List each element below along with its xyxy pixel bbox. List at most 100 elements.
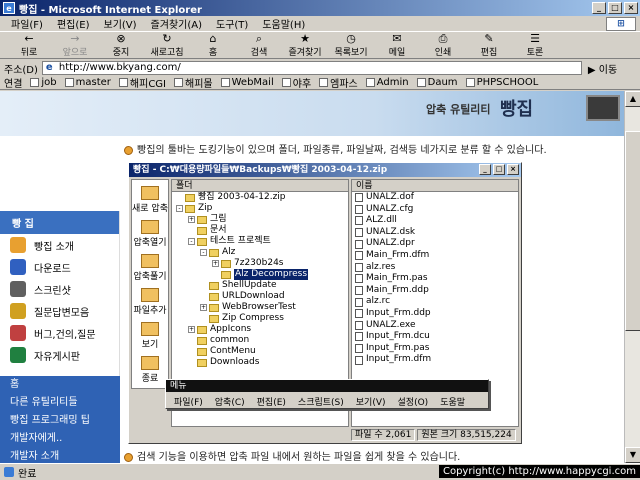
link-item[interactable]: job: [30, 77, 57, 88]
scroll-thumb[interactable]: [625, 131, 640, 331]
collapse-icon[interactable]: -: [200, 249, 207, 256]
toolbar-button-6[interactable]: ★ 즐겨찾기: [282, 33, 328, 59]
menu-tools[interactable]: 도구(T): [209, 16, 255, 31]
left-nav-item[interactable]: 빵집 소개: [0, 234, 119, 256]
toolbar-button-4[interactable]: ⌂ 홈: [190, 33, 236, 59]
file-row[interactable]: UNALZ.dsk: [352, 227, 518, 239]
tree-node[interactable]: - Alz: [172, 247, 348, 258]
link-item[interactable]: Admin: [365, 77, 409, 88]
tree-node[interactable]: Zip Compress: [172, 313, 348, 324]
context-menu-item[interactable]: 보기(V): [350, 395, 392, 408]
menu-favorites[interactable]: 즐겨찾기(A): [144, 16, 209, 31]
expand-icon[interactable]: +: [188, 326, 195, 333]
tree-node[interactable]: - Zip: [172, 203, 348, 214]
side-button[interactable]: 파일추가: [132, 288, 168, 316]
context-menu-item[interactable]: 도움말: [434, 395, 471, 408]
file-row[interactable]: UNALZ.dpr: [352, 238, 518, 250]
footer-link[interactable]: 개발자에게..: [0, 430, 120, 448]
toolbar-button-7[interactable]: ◷ 목록보기: [328, 33, 374, 59]
toolbar-button-0[interactable]: ← 뒤로: [6, 33, 52, 59]
file-row[interactable]: Main_Frm.dfm: [352, 250, 518, 262]
file-row[interactable]: Main_Frm.ddp: [352, 285, 518, 297]
scroll-up-icon[interactable]: ▲: [625, 91, 640, 107]
collapse-icon[interactable]: -: [188, 238, 195, 245]
go-button[interactable]: ▶ 이동: [588, 61, 617, 76]
toolbar-button-2[interactable]: ⊗ 중지: [98, 33, 144, 59]
toolbar-button-5[interactable]: ⌕ 검색: [236, 33, 282, 59]
file-row[interactable]: Input_Frm.dcu: [352, 331, 518, 343]
toolbar-button-11[interactable]: ☰ 토론: [512, 33, 558, 59]
left-nav-item[interactable]: 다운로드: [0, 256, 119, 278]
menu-edit[interactable]: 편집(E): [50, 16, 97, 31]
toolbar-button-1[interactable]: → 앞으로: [52, 33, 98, 59]
expand-icon[interactable]: +: [188, 216, 195, 223]
file-row[interactable]: Input_Frm.dfm: [352, 354, 518, 366]
left-nav-item[interactable]: 자유게시판: [0, 344, 119, 366]
context-menu-item[interactable]: 편집(E): [251, 395, 292, 408]
link-item[interactable]: 해피CGI: [118, 75, 166, 90]
side-button[interactable]: 종료: [132, 356, 168, 384]
file-row[interactable]: Input_Frm.pas: [352, 343, 518, 355]
expand-icon[interactable]: +: [212, 260, 219, 267]
tree-node[interactable]: - 테스트 프로젝트: [172, 236, 348, 247]
link-item[interactable]: Daum: [416, 77, 458, 88]
context-menu-item[interactable]: 스크립트(S): [292, 395, 350, 408]
side-button[interactable]: 보기: [132, 322, 168, 350]
toolbar-button-10[interactable]: ✎ 편집: [466, 33, 512, 59]
menu-help[interactable]: 도움말(H): [255, 16, 312, 31]
menu-file[interactable]: 파일(F): [4, 16, 50, 31]
toolbar-button-3[interactable]: ↻ 새로고침: [144, 33, 190, 59]
context-menu-item[interactable]: 설정(O): [392, 395, 435, 408]
menu-view[interactable]: 보기(V): [97, 16, 144, 31]
maximize-button[interactable]: □: [608, 2, 622, 14]
side-button[interactable]: 새로 압축: [132, 186, 168, 214]
tree-node[interactable]: common: [172, 335, 348, 346]
tree-node[interactable]: URLDownload: [172, 291, 348, 302]
footer-link[interactable]: 개발자 소개: [0, 448, 120, 463]
tree-node[interactable]: Downloads: [172, 357, 348, 368]
minimize-button[interactable]: _: [592, 2, 606, 14]
toolbar-button-8[interactable]: ✉ 메일: [374, 33, 420, 59]
file-row[interactable]: UNALZ.cfg: [352, 204, 518, 216]
context-menu-item[interactable]: 압축(C): [209, 395, 251, 408]
expand-icon[interactable]: +: [200, 304, 207, 311]
file-row[interactable]: Input_Frm.ddp: [352, 308, 518, 320]
side-button[interactable]: 압축풀기: [132, 254, 168, 282]
file-row[interactable]: alz.res: [352, 262, 518, 274]
tree-node[interactable]: + WebBrowserTest: [172, 302, 348, 313]
link-item[interactable]: WebMail: [220, 77, 274, 88]
link-item[interactable]: 야후: [281, 75, 311, 90]
left-nav-item[interactable]: 버그,건의,질문: [0, 322, 119, 344]
link-item[interactable]: 엠파스: [319, 75, 358, 90]
tree-node[interactable]: Alz Decompress: [172, 269, 348, 280]
tree-node[interactable]: + AppIcons: [172, 324, 348, 335]
address-input[interactable]: http://www.bkyang.com/: [41, 61, 582, 75]
side-button[interactable]: 압축열기: [132, 220, 168, 248]
link-item[interactable]: master: [64, 77, 111, 88]
scroll-down-icon[interactable]: ▼: [625, 447, 640, 463]
vertical-scrollbar[interactable]: ▲ ▼: [624, 91, 640, 463]
footer-link[interactable]: 다른 유틸리티들: [0, 394, 120, 412]
tree-node[interactable]: + 그림: [172, 214, 348, 225]
tree-node[interactable]: +7z230b24s: [172, 258, 348, 269]
tree-node[interactable]: ContMenu: [172, 346, 348, 357]
link-item[interactable]: PHPSCHOOL: [465, 77, 538, 88]
footer-link[interactable]: 빵집 프로그래밍 팁: [0, 412, 120, 430]
tree-node-label: 그림: [210, 214, 227, 224]
tree-node[interactable]: 문서: [172, 225, 348, 236]
context-menu-item[interactable]: 파일(F): [168, 395, 209, 408]
left-nav-item[interactable]: 질문답변모음: [0, 300, 119, 322]
file-row[interactable]: alz.rc: [352, 296, 518, 308]
collapse-icon[interactable]: -: [176, 205, 183, 212]
close-button[interactable]: ×: [624, 2, 638, 14]
file-row[interactable]: ALZ.dll: [352, 215, 518, 227]
link-item[interactable]: 해피몰: [174, 75, 213, 90]
toolbar-button-9[interactable]: ⎙ 인쇄: [420, 33, 466, 59]
tree-node[interactable]: ShellUpdate: [172, 280, 348, 291]
file-row[interactable]: UNALZ.dof: [352, 192, 518, 204]
left-nav-item[interactable]: 스크린샷: [0, 278, 119, 300]
footer-link[interactable]: 홈: [0, 376, 120, 394]
file-row[interactable]: UNALZ.exe: [352, 320, 518, 332]
file-row[interactable]: Main_Frm.pas: [352, 273, 518, 285]
tree-node[interactable]: 빵집 2003-04-12.zip: [172, 192, 348, 203]
